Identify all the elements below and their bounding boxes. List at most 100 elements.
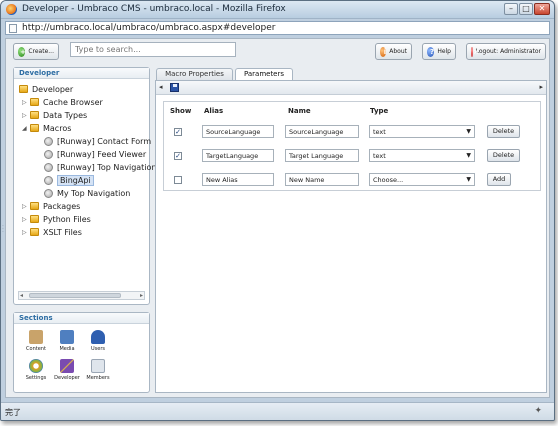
col-header-show: Show — [170, 107, 192, 115]
about-button[interactable]: i About — [375, 43, 412, 60]
section-content[interactable]: Content — [19, 330, 53, 352]
new-name-field[interactable]: New Name — [285, 173, 359, 186]
toolbar-right-arrow-icon[interactable]: ▸ — [539, 83, 543, 91]
section-label: Developer — [54, 375, 80, 381]
tree-item-data-types[interactable]: ▷ Data Types — [22, 109, 87, 121]
tree-panel: Developer Developer ▷ Cache Browser ▷ Da… — [13, 67, 157, 305]
tree-root-label: Developer — [32, 84, 74, 94]
window-title: Developer - Umbraco CMS - umbraco.local … — [22, 4, 286, 14]
new-type-select[interactable]: Choose... ▼ — [369, 173, 475, 186]
tree-item-label: [Runway] Feed Viewer — [57, 149, 147, 159]
type-select-value: Choose... — [373, 176, 404, 184]
scroll-right-icon[interactable]: ▸ — [140, 292, 143, 299]
title-bar: Developer - Umbraco CMS - umbraco.local … — [1, 1, 554, 19]
tree-item-xslt-files[interactable]: ▷ XSLT Files — [22, 226, 82, 238]
alias-field[interactable]: TargetLanguage — [202, 149, 274, 162]
tree-item-label: Python Files — [43, 214, 91, 224]
macro-icon — [44, 136, 53, 146]
tree-item-python-files[interactable]: ▷ Python Files — [22, 213, 91, 225]
maximize-button[interactable]: □ — [519, 3, 533, 15]
sections-heading: Sections — [14, 313, 149, 324]
section-label: Members — [86, 375, 110, 381]
show-checkbox[interactable]: ✓ — [174, 152, 182, 160]
tree-item-label: Packages — [43, 201, 81, 211]
users-icon — [91, 330, 105, 344]
addon-icon[interactable]: ✦ — [534, 406, 542, 416]
chevron-down-icon: ▼ — [466, 152, 471, 159]
section-label: Settings — [25, 375, 47, 381]
collapse-arrow-icon[interactable]: ◢ — [22, 125, 30, 132]
show-checkbox[interactable] — [174, 176, 182, 184]
new-alias-field[interactable]: New Alias — [202, 173, 274, 186]
logout-label: Logout: Administrator — [475, 48, 541, 55]
logout-button[interactable]: × Logout: Administrator — [466, 43, 546, 60]
tree-horizontal-scrollbar[interactable]: ◂ ▸ — [18, 291, 145, 300]
help-button[interactable]: ? Help — [422, 43, 456, 60]
minimize-button[interactable]: – — [504, 3, 518, 15]
delete-button[interactable]: Delete — [487, 149, 520, 162]
col-header-type: Type — [370, 107, 389, 115]
save-icon[interactable] — [170, 83, 179, 92]
tree-item-label: Macros — [43, 123, 72, 133]
tree-item-label: XSLT Files — [43, 227, 82, 237]
tree-item-top-navigation[interactable]: [Runway] Top Navigation — [44, 161, 157, 173]
content-icon — [29, 330, 43, 344]
create-icon: + — [18, 46, 26, 57]
create-button[interactable]: + Create... — [13, 43, 59, 60]
folder-icon — [30, 202, 39, 210]
expand-arrow-icon[interactable]: ▷ — [22, 216, 30, 223]
folder-icon — [30, 111, 39, 119]
section-users[interactable]: Users — [81, 330, 115, 352]
tab-parameters[interactable]: Parameters — [235, 68, 293, 80]
tree-item-macros[interactable]: ◢ Macros — [22, 122, 71, 134]
tree-item-contact-form[interactable]: [Runway] Contact Form — [44, 135, 151, 147]
section-media[interactable]: Media — [50, 330, 84, 352]
tree-item-my-top-navigation[interactable]: My Top Navigation — [44, 187, 130, 199]
about-icon: i — [380, 46, 387, 57]
delete-button[interactable]: Delete — [487, 125, 520, 138]
tree-item-label: Data Types — [43, 110, 88, 120]
tree-item-feed-viewer[interactable]: [Runway] Feed Viewer — [44, 148, 146, 160]
expand-arrow-icon[interactable]: ▷ — [22, 229, 30, 236]
section-members[interactable]: Members — [81, 359, 115, 381]
folder-icon — [30, 124, 39, 132]
toolbar-left-arrow-icon[interactable]: ◂ — [159, 83, 163, 91]
tree-item-label: [Runway] Contact Form — [57, 136, 152, 146]
tree-item-bingapi[interactable]: BingApi — [44, 174, 94, 186]
name-field[interactable]: SourceLanguage — [285, 125, 359, 138]
section-settings[interactable]: Settings — [19, 359, 53, 381]
umbraco-app: + Create... i About ? Help × Logout: Adm… — [5, 38, 550, 398]
search-input[interactable] — [70, 42, 236, 57]
table-row: ✓ TargetLanguage Target Language text ▼ … — [164, 149, 540, 165]
page-icon — [9, 24, 17, 33]
expand-arrow-icon[interactable]: ▷ — [22, 99, 30, 106]
expand-arrow-icon[interactable]: ▷ — [22, 112, 30, 119]
section-developer[interactable]: Developer — [50, 359, 84, 381]
col-header-alias: Alias — [204, 107, 224, 115]
help-label: Help — [437, 48, 451, 55]
close-button[interactable]: ✕ — [534, 3, 550, 15]
tree-item-cache-browser[interactable]: ▷ Cache Browser — [22, 96, 103, 108]
macro-icon — [44, 188, 53, 198]
scroll-left-icon[interactable]: ◂ — [20, 292, 23, 299]
name-field[interactable]: Target Language — [285, 149, 359, 162]
type-select[interactable]: text ▼ — [369, 125, 475, 138]
url-text[interactable]: http://umbraco.local/umbraco/umbraco.asp… — [22, 23, 275, 33]
expand-arrow-icon[interactable]: ▷ — [22, 203, 30, 210]
scroll-thumb[interactable] — [29, 293, 121, 298]
add-button[interactable]: Add — [487, 173, 511, 186]
tree-root[interactable]: Developer — [19, 83, 73, 95]
about-label: About — [389, 48, 407, 55]
table-row-new: New Alias New Name Choose... ▼ Add — [164, 173, 540, 189]
show-checkbox[interactable]: ✓ — [174, 128, 182, 136]
type-select[interactable]: text ▼ — [369, 149, 475, 162]
media-icon — [60, 330, 74, 344]
macro-icon — [44, 175, 53, 185]
tab-macro-properties[interactable]: Macro Properties — [156, 68, 233, 80]
address-bar[interactable]: http://umbraco.local/umbraco/umbraco.asp… — [5, 21, 550, 35]
alias-field[interactable]: SourceLanguage — [202, 125, 274, 138]
resize-handle-icon[interactable]: · · · — [2, 224, 4, 236]
tree-item-label: [Runway] Top Navigation — [57, 162, 157, 172]
parameters-pane: ◂ ▸ Show Alias Name Type ✓ SourceLanguag… — [155, 80, 547, 393]
tree-item-packages[interactable]: ▷ Packages — [22, 200, 80, 212]
